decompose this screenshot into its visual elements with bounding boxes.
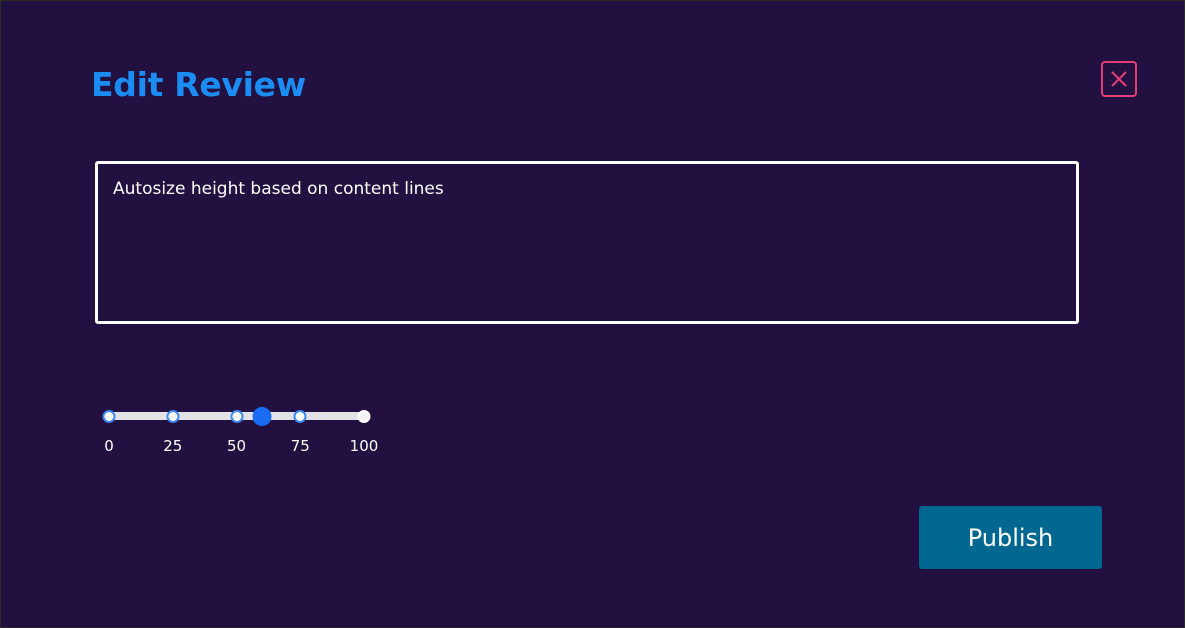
dialog-title: Edit Review (91, 65, 306, 104)
slider-tick-label: 75 (290, 437, 310, 455)
close-button[interactable] (1101, 61, 1137, 97)
slider-tick[interactable] (293, 410, 307, 423)
slider-tick-label: 100 (349, 437, 379, 455)
slider-tick-label: 50 (226, 437, 247, 455)
slider-tick[interactable] (357, 410, 371, 423)
close-icon (1111, 71, 1127, 87)
review-textarea[interactable] (95, 161, 1079, 324)
slider-tick-label: 0 (104, 437, 114, 455)
slider-tick[interactable] (166, 410, 180, 423)
publish-button[interactable]: Publish (919, 506, 1102, 569)
rating-slider[interactable]: 0 25 50 75 100 (101, 401, 381, 461)
slider-tick[interactable] (102, 410, 116, 423)
slider-handle[interactable] (252, 407, 272, 426)
slider-tick[interactable] (230, 410, 243, 423)
edit-review-dialog: Edit Review 0 25 50 75 100 Publish (1, 1, 1184, 627)
slider-tick-label: 25 (163, 437, 183, 455)
